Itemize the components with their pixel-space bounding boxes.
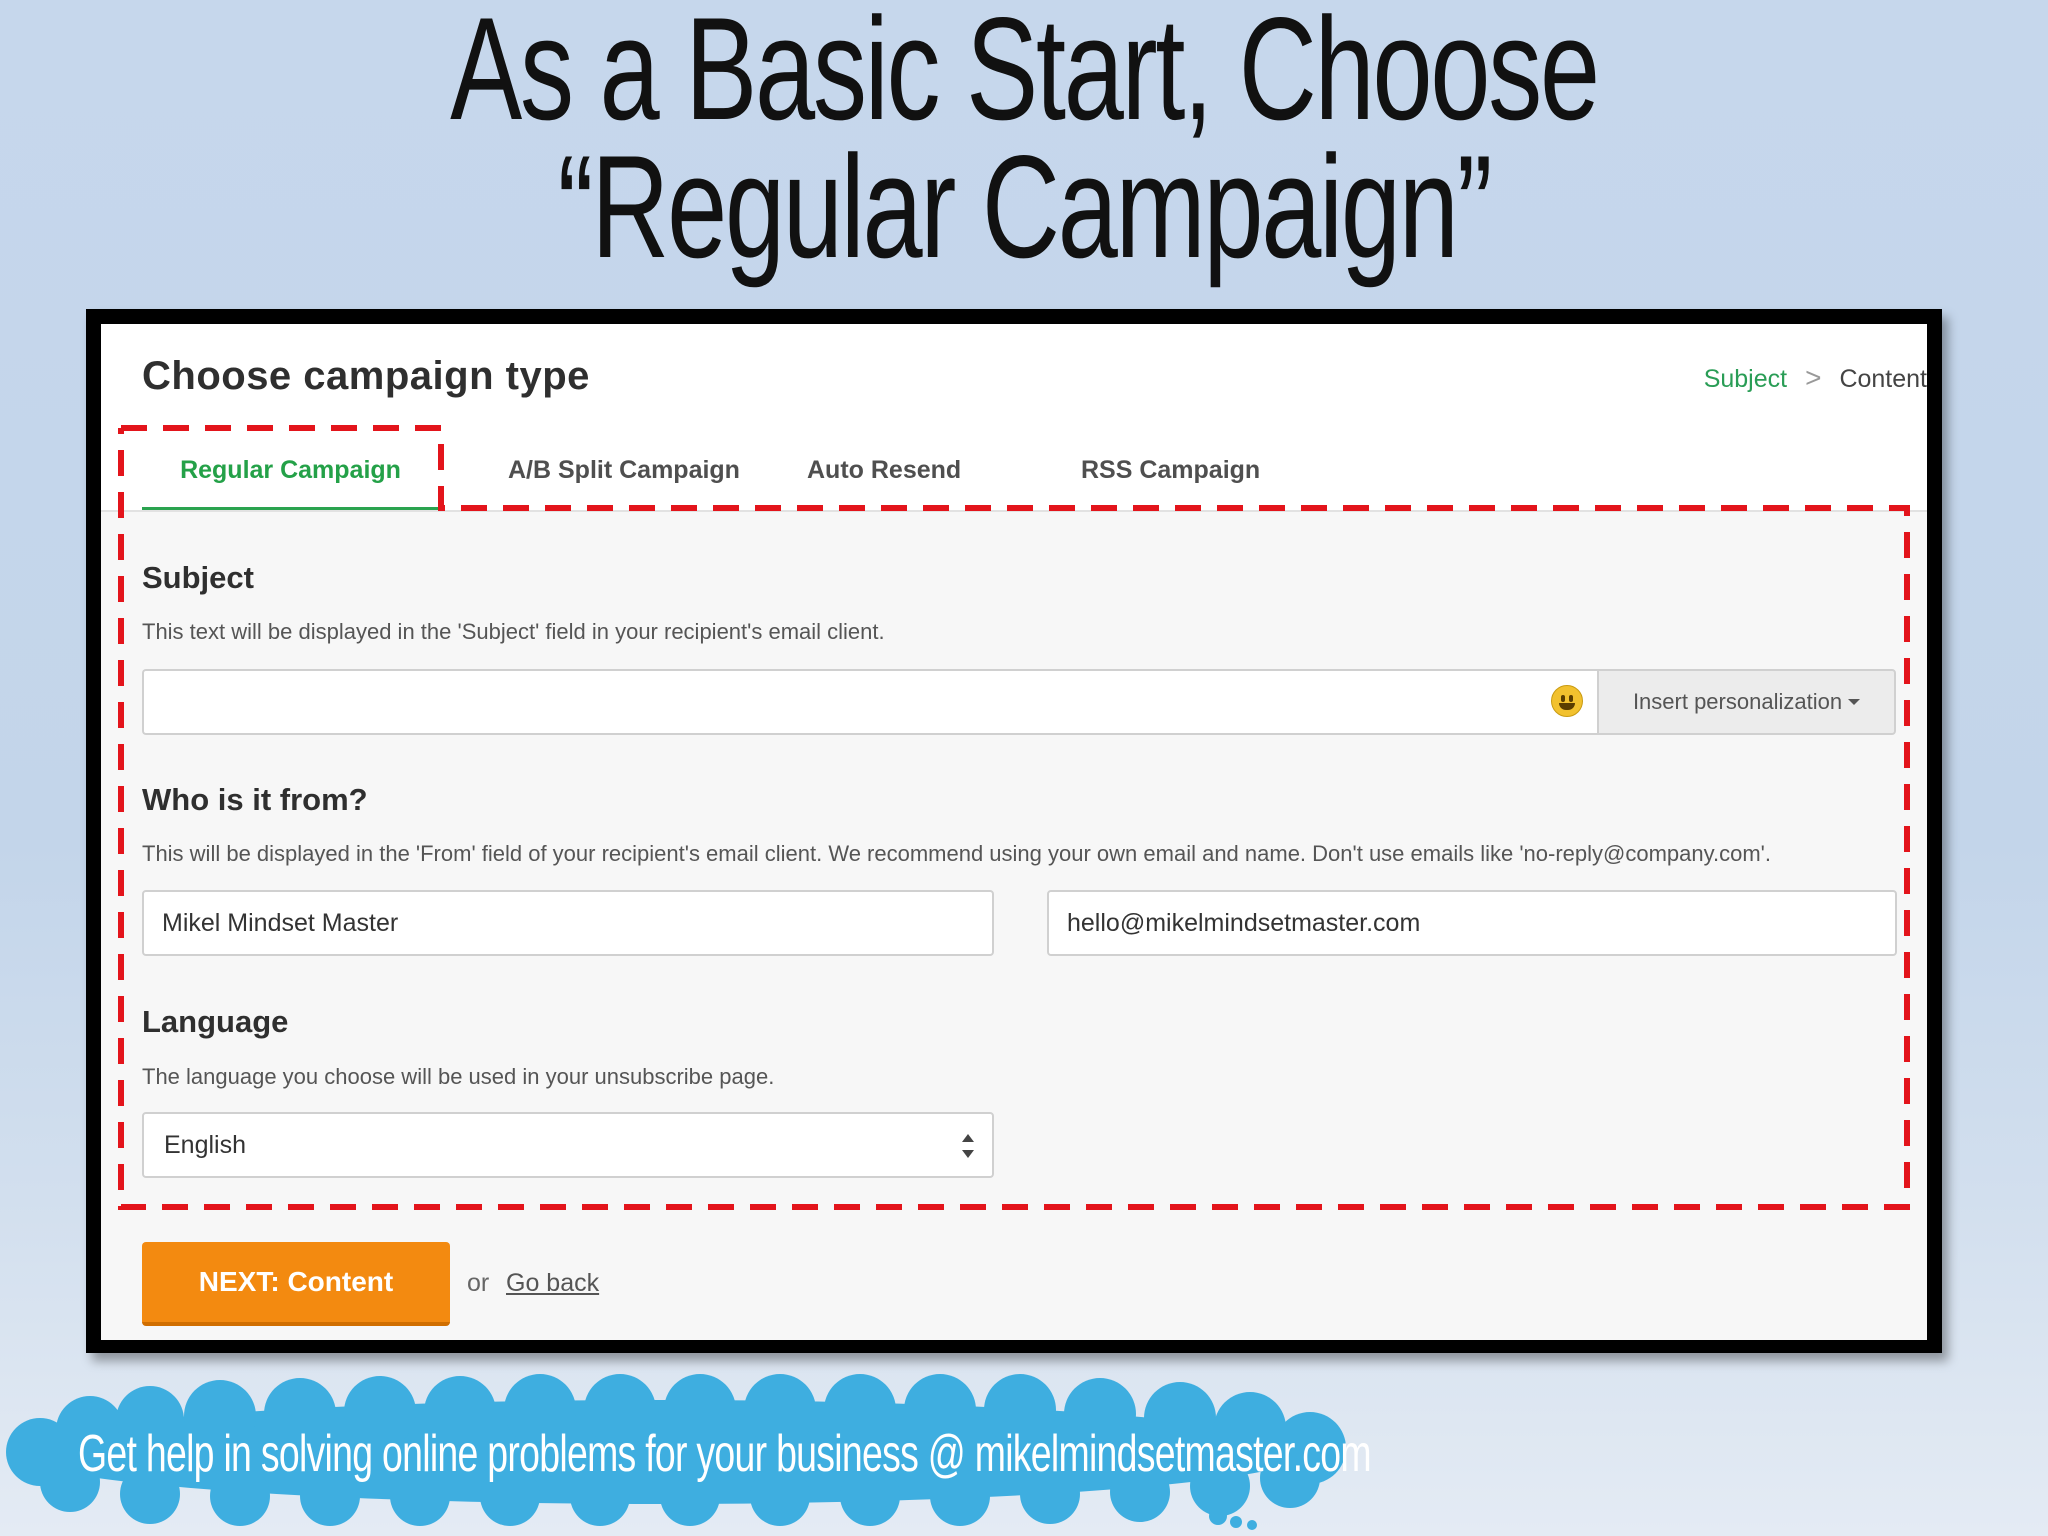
slide-title-line-1: As a Basic Start, Choose xyxy=(450,0,1600,150)
subject-input[interactable] xyxy=(142,669,1597,735)
footer-cta-text: Get help in solving online problems for … xyxy=(78,1425,1372,1483)
smiley-icon[interactable] xyxy=(1551,685,1583,717)
page-title: Choose campaign type xyxy=(142,354,590,398)
breadcrumb: Subject > Content xyxy=(1704,362,1927,394)
tab-divider xyxy=(101,510,1927,512)
subject-title: Subject xyxy=(142,560,254,595)
chevron-right-icon: > xyxy=(1805,362,1822,393)
slide-title-line-2: “Regular Campaign” xyxy=(557,125,1493,288)
next-content-button[interactable]: NEXT: Content xyxy=(142,1242,450,1326)
from-title: Who is it from? xyxy=(142,782,368,817)
language-select[interactable]: English xyxy=(142,1112,994,1178)
emoji-button[interactable] xyxy=(1541,669,1597,735)
from-email-input[interactable]: hello@mikelmindsetmaster.com xyxy=(1047,890,1897,956)
or-text: or xyxy=(467,1269,490,1297)
insert-personalization-label: Insert personalization xyxy=(1632,689,1843,714)
screenshot-frame: Choose campaign type Subject > Content Reg… xyxy=(86,309,1942,1353)
page-header: Choose campaign type Subject > Content Reg… xyxy=(101,324,1927,512)
tab-ab-split-campaign[interactable]: A/B Split Campaign xyxy=(508,429,740,511)
language-description: The language you choose will be used in … xyxy=(142,1064,775,1089)
tab-rss-campaign[interactable]: RSS Campaign xyxy=(1081,429,1260,511)
tab-regular-campaign[interactable]: Regular Campaign xyxy=(142,429,439,511)
breadcrumb-subject[interactable]: Subject xyxy=(1704,365,1787,393)
tab-auto-resend[interactable]: Auto Resend xyxy=(807,429,961,511)
breadcrumb-content[interactable]: Content xyxy=(1839,365,1927,393)
select-arrows-icon xyxy=(962,1134,976,1160)
campaign-page: Choose campaign type Subject > Content Reg… xyxy=(101,324,1927,1340)
caret-down-icon xyxy=(1848,699,1861,705)
subject-description: This text will be displayed in the 'Subj… xyxy=(142,619,885,644)
go-back-link[interactable]: Go back xyxy=(506,1269,599,1298)
slide-title: As a Basic Start, Choose “Regular Campai… xyxy=(266,0,1782,288)
from-name-input[interactable]: Mikel Mindset Master xyxy=(142,890,994,956)
language-title: Language xyxy=(142,1004,289,1039)
insert-personalization-button[interactable]: Insert personalization xyxy=(1597,669,1896,735)
from-description: This will be displayed in the 'From' fie… xyxy=(142,841,1771,866)
language-selected-value: English xyxy=(164,1130,246,1159)
